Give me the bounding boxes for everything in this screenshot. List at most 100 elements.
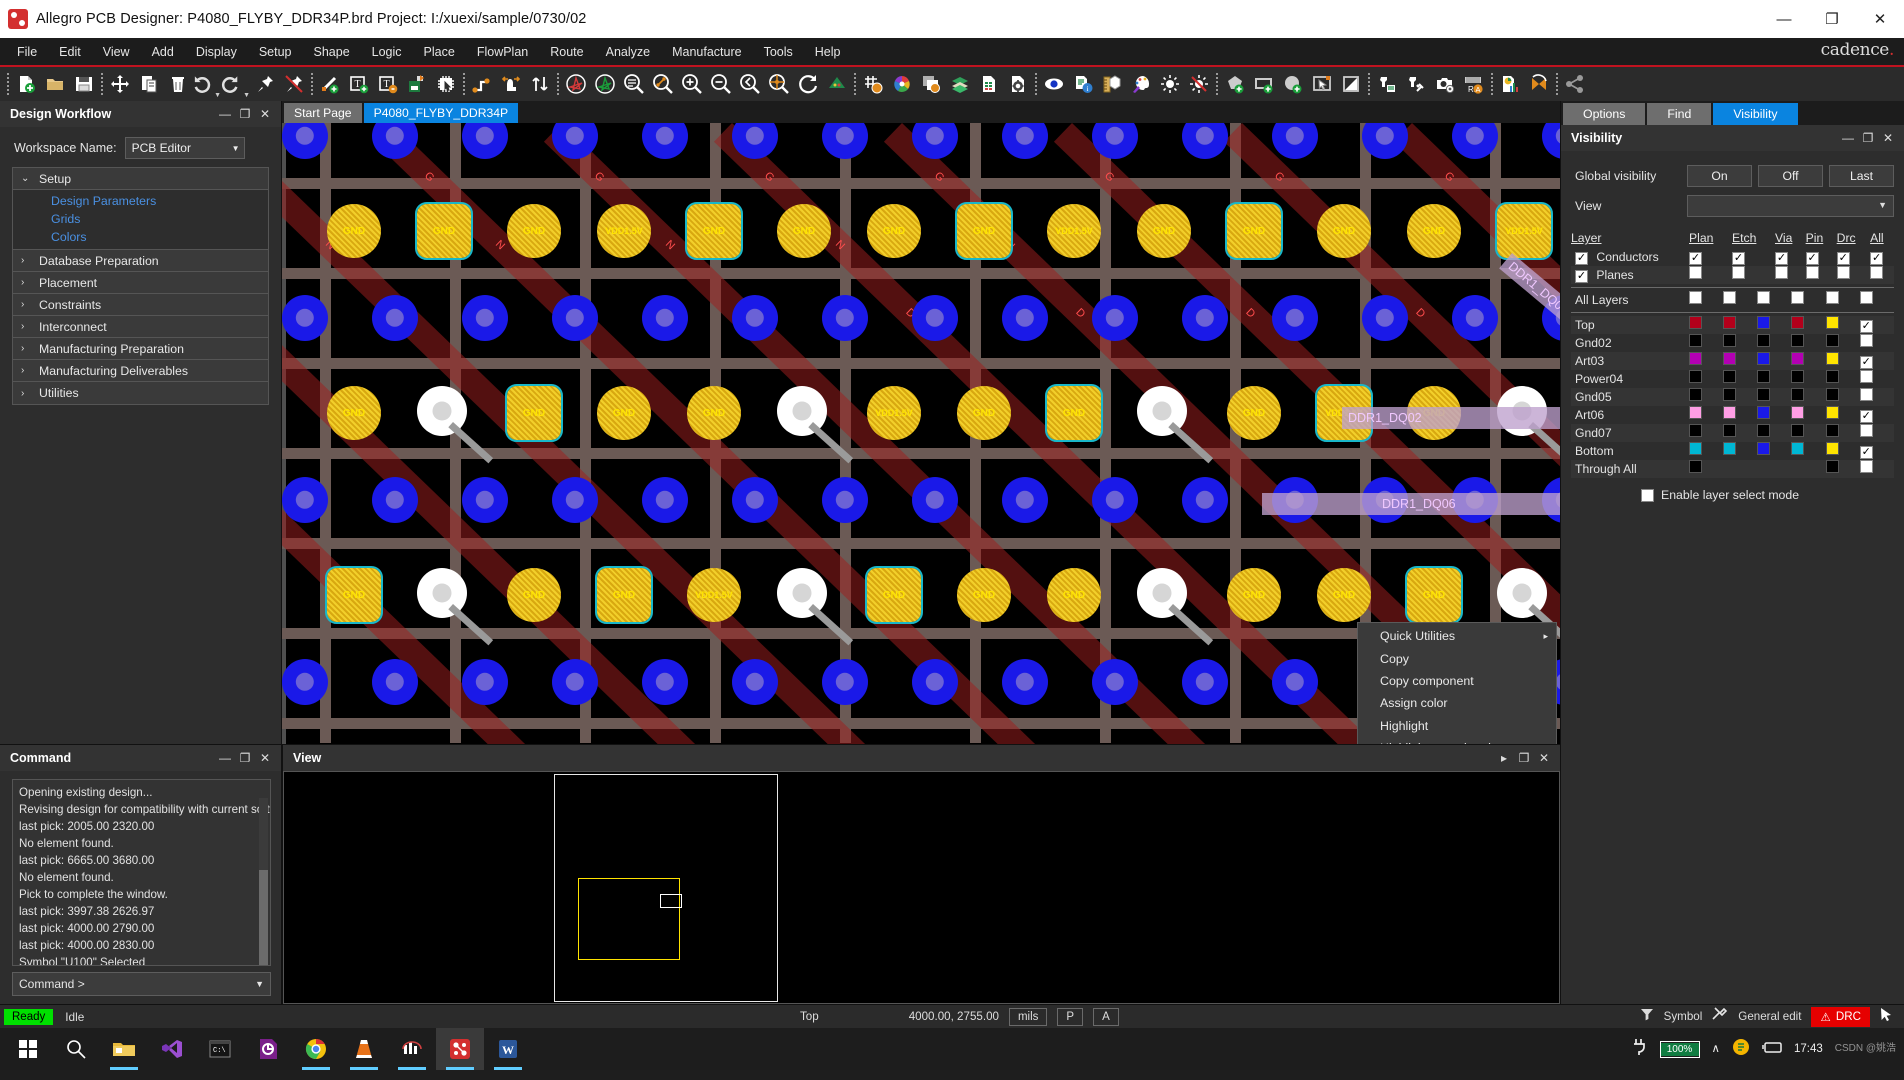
cell-pin[interactable]: ✓	[1805, 248, 1837, 266]
zoom-fit-icon[interactable]	[619, 69, 648, 99]
layer-color-pin[interactable]	[1791, 370, 1825, 388]
layer-color-drc[interactable]	[1825, 316, 1860, 334]
layer-color-etch[interactable]	[1723, 370, 1757, 388]
global-visibility-on-button[interactable]: On	[1687, 165, 1752, 187]
menu-route[interactable]: Route	[539, 41, 594, 63]
layer-color-via[interactable]	[1757, 442, 1791, 460]
via-pad[interactable]	[1182, 477, 1228, 523]
checkbox[interactable]	[1859, 291, 1873, 304]
tab-find[interactable]: Find	[1647, 103, 1712, 125]
color-swatch[interactable]	[1825, 442, 1839, 455]
via-pad[interactable]	[462, 123, 508, 159]
move-icon[interactable]	[105, 69, 134, 99]
cell-drc[interactable]	[1825, 291, 1860, 309]
chevron-down-icon[interactable]: ▼	[243, 92, 250, 99]
signal-pad[interactable]: GND	[507, 204, 561, 258]
checkbox[interactable]: ✓	[1859, 320, 1873, 333]
via-pad[interactable]	[1272, 659, 1318, 705]
color-swatch[interactable]	[1723, 388, 1737, 401]
layer-color-via[interactable]	[1757, 316, 1791, 334]
signal-pad[interactable]: GND	[1317, 568, 1371, 622]
net-trace-ddr1-dq06[interactable]: DDR1_DQ06	[1262, 493, 1560, 515]
update-icon[interactable]	[1524, 69, 1553, 99]
power-plug-icon[interactable]	[1630, 1038, 1648, 1061]
checkbox[interactable]	[1859, 424, 1873, 437]
color-swatch[interactable]	[1689, 424, 1702, 437]
cell-etch[interactable]	[1732, 266, 1775, 284]
color-swatch[interactable]	[1757, 370, 1771, 383]
slide-icon[interactable]	[467, 69, 496, 99]
scrollbar-thumb[interactable]	[259, 870, 268, 965]
color-swatch[interactable]	[1791, 334, 1805, 347]
layer-color-pin[interactable]	[1791, 406, 1825, 424]
grid-toggle-icon[interactable]	[858, 69, 887, 99]
drill-tools-icon[interactable]	[1401, 69, 1430, 99]
via-pad[interactable]	[642, 477, 688, 523]
via-pad[interactable]	[462, 477, 508, 523]
color-swatch[interactable]	[1791, 316, 1805, 329]
menu-setup[interactable]: Setup	[248, 41, 303, 63]
group-conductors-checkbox[interactable]: ✓	[1575, 251, 1588, 265]
via-pad[interactable]	[462, 659, 508, 705]
workflow-section-manufacturing-preparation[interactable]: › Manufacturing Preparation	[13, 338, 268, 360]
checkbox[interactable]	[1774, 266, 1788, 279]
view-panel-submenu[interactable]: ▸	[1494, 748, 1514, 768]
allegro-icon[interactable]	[436, 1028, 484, 1070]
menu-edit[interactable]: Edit	[48, 41, 92, 63]
checkbox[interactable]	[1859, 334, 1873, 347]
context-menu-item-assign-color[interactable]: Assign color	[1358, 692, 1556, 714]
signal-pad[interactable]: GND	[867, 204, 921, 258]
layer-color-drc[interactable]	[1825, 442, 1860, 460]
layer-color-via[interactable]	[1757, 388, 1791, 406]
drag-icon[interactable]	[496, 69, 525, 99]
color-swatch[interactable]	[1825, 460, 1839, 473]
add-shape-icon[interactable]	[1220, 69, 1249, 99]
signal-pad[interactable]: GND	[955, 202, 1013, 260]
zoom-by-points-icon[interactable]	[648, 69, 677, 99]
color-swatch[interactable]	[1723, 334, 1737, 347]
checkbox[interactable]: ✓	[1774, 252, 1788, 265]
via-pad[interactable]	[822, 659, 868, 705]
menu-add[interactable]: Add	[141, 41, 185, 63]
menu-shape[interactable]: Shape	[303, 41, 361, 63]
add-text-icon[interactable]: T	[344, 69, 373, 99]
table-row-layer[interactable]: Gnd07	[1571, 424, 1894, 442]
select-shape-icon[interactable]	[1307, 69, 1336, 99]
status-pick-mode[interactable]: P	[1057, 1007, 1084, 1026]
layer-all-checkbox-cell[interactable]: ✓	[1859, 442, 1894, 460]
zoom-previous-icon[interactable]	[735, 69, 764, 99]
layer-color-pin[interactable]	[1791, 388, 1825, 406]
signal-pad[interactable]: GND	[687, 386, 741, 440]
chevron-down-icon[interactable]: ▼	[214, 92, 221, 99]
design-workflow-restore[interactable]: ❐	[235, 104, 255, 124]
via-pad[interactable]	[912, 477, 958, 523]
via-pad[interactable]	[372, 477, 418, 523]
layer-all-checkbox-cell[interactable]	[1859, 370, 1894, 388]
shape-fill-icon[interactable]	[1336, 69, 1365, 99]
plane-trace-vertical[interactable]	[320, 123, 331, 743]
place-component-icon[interactable]	[431, 69, 460, 99]
zoom-out-icon[interactable]	[706, 69, 735, 99]
layer-color-drc[interactable]	[1825, 388, 1860, 406]
artwork-icon[interactable]: R2 A	[1459, 69, 1488, 99]
chevron-down-icon[interactable]: ▼	[1878, 200, 1887, 210]
command-input[interactable]: Command > ▼	[12, 972, 271, 996]
via-pad[interactable]	[912, 659, 958, 705]
color-swatch[interactable]	[1825, 424, 1839, 437]
layer-all-checkbox-cell[interactable]: ✓	[1859, 406, 1894, 424]
view-viewport-rect[interactable]	[660, 894, 682, 908]
new-file-icon[interactable]	[11, 69, 40, 99]
menu-display[interactable]: Display	[185, 41, 248, 63]
checkbox[interactable]	[1836, 266, 1850, 279]
workflow-section-interconnect[interactable]: › Interconnect	[13, 316, 268, 338]
signal-pad[interactable]: GND	[957, 568, 1011, 622]
layer-color-plan[interactable]	[1689, 442, 1723, 460]
table-row-layer[interactable]: Art06 ✓	[1571, 406, 1894, 424]
layer-color-drc[interactable]	[1825, 334, 1860, 352]
maximize-button[interactable]: ❐	[1808, 0, 1856, 38]
color-swatch[interactable]	[1723, 424, 1737, 437]
layer-color-pin[interactable]	[1791, 334, 1825, 352]
cell-via[interactable]: ✓	[1774, 248, 1806, 266]
color-swatch[interactable]	[1825, 316, 1839, 329]
via-pad[interactable]	[1452, 295, 1498, 341]
